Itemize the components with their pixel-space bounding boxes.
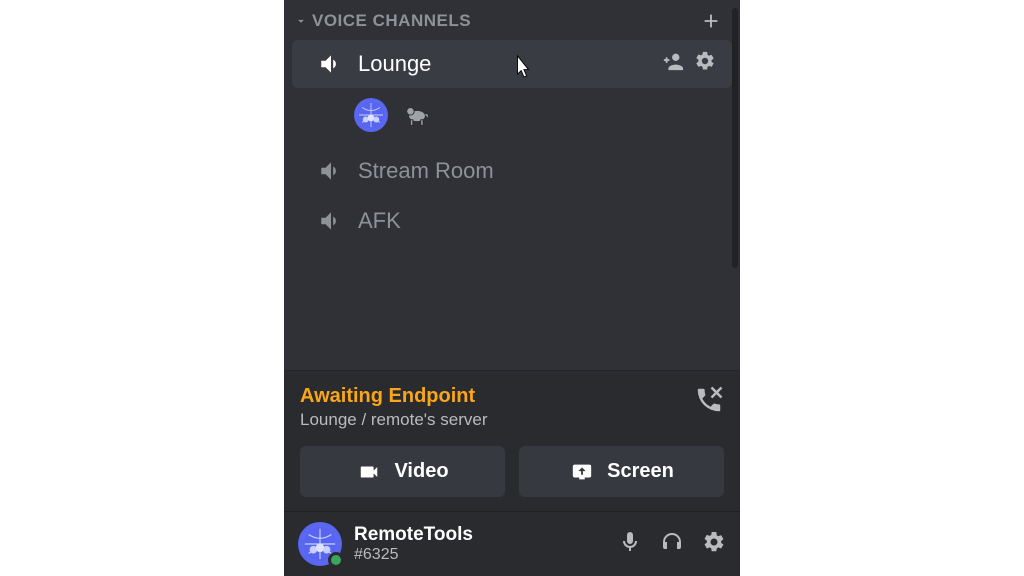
channel-name: Stream Room [358, 158, 716, 184]
voice-connection-panel: Awaiting Endpoint Lounge / remote's serv… [284, 370, 740, 511]
add-channel-icon[interactable] [700, 10, 722, 32]
disconnect-icon[interactable] [694, 385, 724, 415]
channel-name: AFK [358, 208, 716, 234]
speaker-icon [318, 51, 344, 77]
voice-channel-lounge[interactable]: Lounge [292, 40, 732, 88]
connection-state: Awaiting Endpoint [300, 385, 694, 408]
speaker-icon [318, 208, 344, 234]
user-panel: RemoteTools #6325 [284, 511, 740, 576]
deafen-icon[interactable] [660, 530, 684, 559]
voice-channel-afk[interactable]: AFK [292, 198, 732, 244]
user-settings-icon[interactable] [702, 530, 726, 559]
gear-icon[interactable] [694, 50, 716, 78]
channel-member-row [284, 90, 740, 146]
invite-icon[interactable] [662, 50, 684, 78]
connection-location: Lounge / remote's server [300, 410, 694, 430]
username: RemoteTools [354, 524, 606, 546]
section-title: VOICE CHANNELS [312, 11, 700, 31]
channel-name: Lounge [358, 51, 662, 77]
member-avatar[interactable] [354, 98, 388, 132]
speaker-icon [318, 158, 344, 184]
screen-share-button[interactable]: Screen [519, 446, 724, 497]
voice-channels-header[interactable]: VOICE CHANNELS [284, 0, 740, 38]
mute-icon[interactable] [618, 530, 642, 559]
video-button-label: Video [394, 460, 448, 483]
channel-sidebar: VOICE CHANNELS Lounge [284, 0, 740, 576]
voice-channel-stream-room[interactable]: Stream Room [292, 148, 732, 194]
video-button[interactable]: Video [300, 446, 505, 497]
screen-button-label: Screen [607, 460, 674, 483]
online-status-icon [328, 552, 344, 568]
user-discriminator: #6325 [354, 546, 606, 564]
dog-status-icon [402, 101, 432, 129]
scrollbar[interactable] [732, 8, 738, 268]
user-avatar[interactable] [298, 522, 342, 566]
chevron-down-icon [294, 14, 308, 28]
